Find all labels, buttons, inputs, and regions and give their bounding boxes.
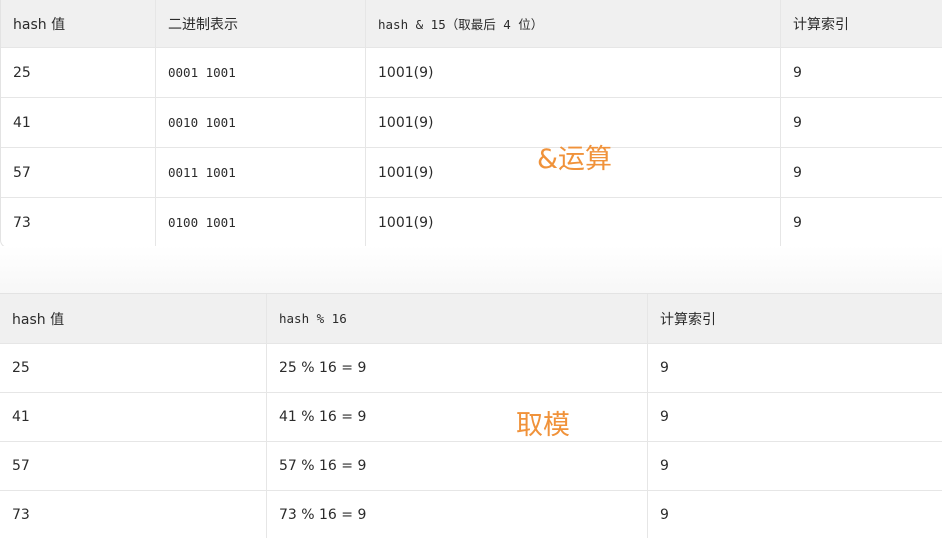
table-row: 57 0011 1001 1001(9) 9 xyxy=(1,148,942,198)
table-row: 41 41 % 16 = 9 9 xyxy=(0,393,942,442)
cell-hash: 73 xyxy=(0,491,267,538)
table-row: 73 0100 1001 1001(9) 9 xyxy=(1,198,942,247)
cell-mod-expression: 73 % 16 = 9 xyxy=(267,491,648,538)
cell-binary: 0001 1001 xyxy=(156,48,366,98)
table-header-row: hash 值 二进制表示 hash & 15（取最后 4 位） 计算索引 xyxy=(1,0,942,48)
table-row: 25 25 % 16 = 9 9 xyxy=(0,344,942,393)
section-gap xyxy=(0,246,942,293)
cell-hash: 73 xyxy=(1,198,156,247)
header-index: 计算索引 xyxy=(648,294,942,344)
cell-index: 9 xyxy=(648,344,942,393)
header-hash-mod-16: hash % 16 xyxy=(267,294,648,344)
cell-hash: 57 xyxy=(1,148,156,198)
cell-and-result: 1001(9) xyxy=(366,198,781,247)
cell-index: 9 xyxy=(648,393,942,442)
table-row: 41 0010 1001 1001(9) 9 xyxy=(1,98,942,148)
page: hash 值 二进制表示 hash & 15（取最后 4 位） 计算索引 25 … xyxy=(0,0,942,538)
and-operation-annotation: &运算 xyxy=(537,144,613,175)
cell-binary: 0010 1001 xyxy=(156,98,366,148)
cell-mod-expression: 25 % 16 = 9 xyxy=(267,344,648,393)
cell-hash: 41 xyxy=(0,393,267,442)
header-hash-value: hash 值 xyxy=(1,0,156,48)
cell-mod-expression: 41 % 16 = 9 xyxy=(267,393,648,442)
cell-hash: 25 xyxy=(1,48,156,98)
table-header-row: hash 值 hash % 16 计算索引 xyxy=(0,294,942,344)
cell-mod-expression: 57 % 16 = 9 xyxy=(267,442,648,491)
cell-binary: 0100 1001 xyxy=(156,198,366,247)
cell-hash: 25 xyxy=(0,344,267,393)
table-row: 73 73 % 16 = 9 9 xyxy=(0,491,942,538)
cell-index: 9 xyxy=(648,442,942,491)
cell-index: 9 xyxy=(781,48,942,98)
cell-index: 9 xyxy=(781,98,942,148)
modulo-table: hash 值 hash % 16 计算索引 25 25 % 16 = 9 9 4… xyxy=(0,293,942,538)
table-row: 25 0001 1001 1001(9) 9 xyxy=(1,48,942,98)
cell-binary: 0011 1001 xyxy=(156,148,366,198)
modulo-annotation: 取模 xyxy=(516,410,570,441)
cell-index: 9 xyxy=(781,148,942,198)
cell-and-result: 1001(9) xyxy=(366,48,781,98)
cell-index: 9 xyxy=(793,214,802,231)
header-hash-value: hash 值 xyxy=(0,294,267,344)
table-row: 57 57 % 16 = 9 9 xyxy=(0,442,942,491)
header-hash-and-15: hash & 15（取最后 4 位） xyxy=(366,0,781,48)
cell-hash: 57 xyxy=(0,442,267,491)
cell-hash: 41 xyxy=(1,98,156,148)
header-binary: 二进制表示 xyxy=(156,0,366,48)
bitwise-and-table: hash 值 二进制表示 hash & 15（取最后 4 位） 计算索引 25 … xyxy=(0,0,942,248)
cell-index: 9 xyxy=(648,491,942,538)
header-index: 计算索引 xyxy=(781,0,942,48)
